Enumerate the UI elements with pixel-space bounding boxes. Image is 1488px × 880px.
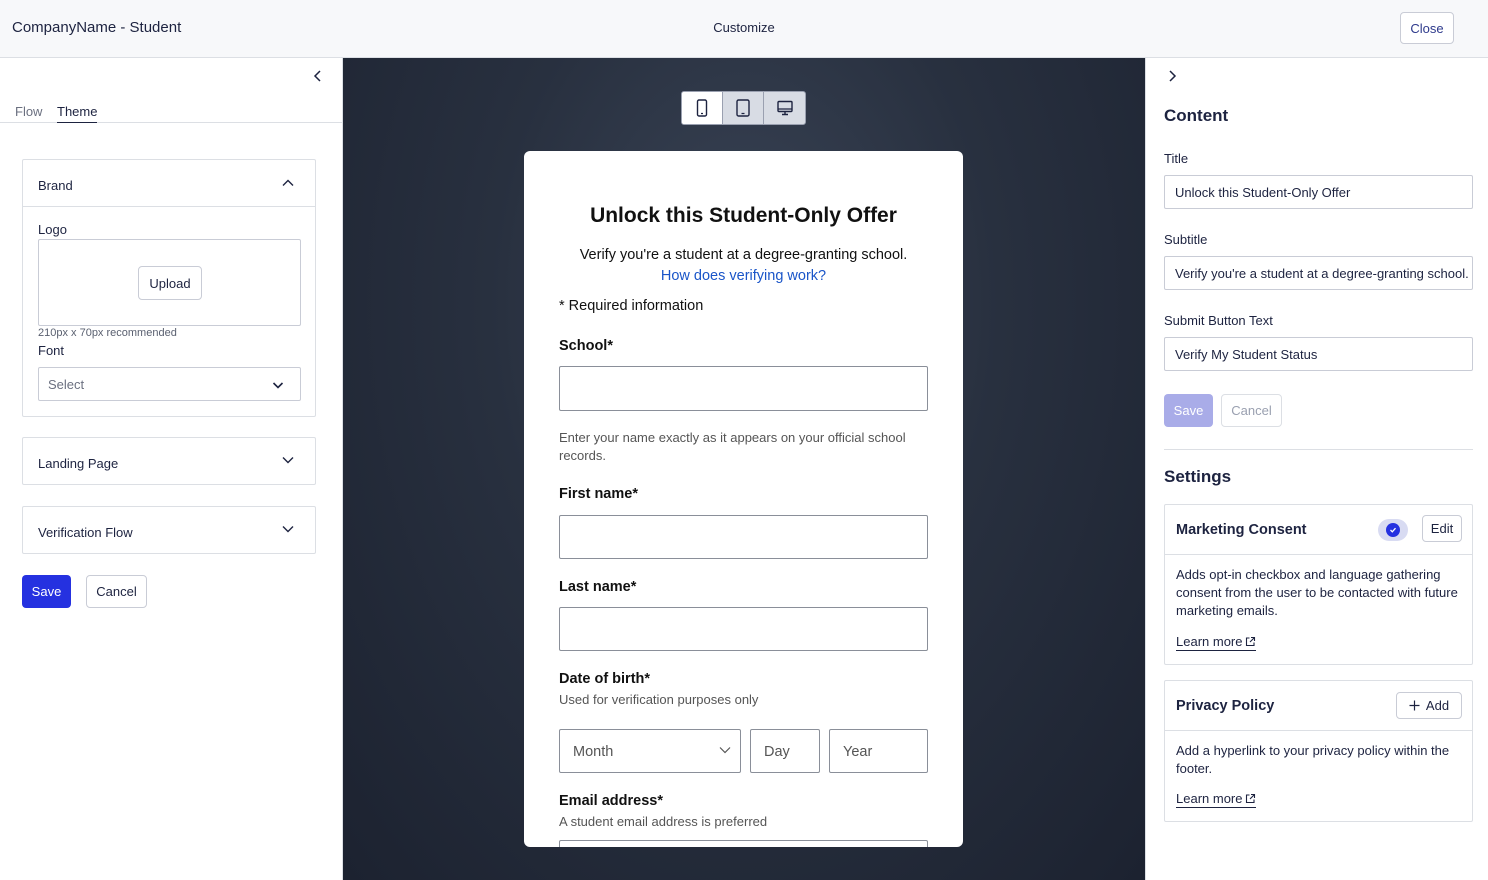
brand-panel-title: Brand [38, 178, 73, 193]
marketing-consent-card: Marketing Consent Edit Adds opt-in check… [1164, 504, 1473, 665]
add-label: Add [1425, 698, 1450, 713]
verification-flow-header[interactable]: Verification Flow [23, 507, 315, 553]
tablet-icon [736, 99, 750, 117]
chevron-down-icon [719, 747, 731, 754]
email-label: Email address* [559, 793, 663, 809]
learn-more-label: Learn more [1176, 791, 1243, 806]
logo-size-hint: 210px x 70px recommended [38, 327, 177, 339]
verification-flow-title: Verification Flow [38, 525, 133, 540]
device-toggle [681, 91, 806, 125]
section-divider [1164, 449, 1473, 450]
form-title: Unlock this Student-Only Offer [590, 204, 897, 227]
day-input[interactable]: Day [750, 729, 820, 773]
font-label: Font [38, 343, 65, 358]
chevron-down-icon [272, 382, 284, 389]
font-select[interactable]: Select [38, 367, 301, 401]
chevron-left-icon[interactable] [310, 68, 326, 84]
brand-panel-header[interactable]: Brand [23, 160, 315, 206]
logo-dropzone[interactable]: Upload [38, 239, 301, 326]
email-input[interactable] [559, 840, 928, 847]
brand-panel: Brand Logo Upload 210px x 70px recommend… [22, 159, 316, 417]
last-name-label: Last name* [559, 579, 637, 595]
learn-more-label: Learn more [1176, 634, 1243, 649]
marketing-learn-more-link[interactable]: Learn more [1176, 634, 1257, 651]
save-button[interactable]: Save [22, 575, 71, 608]
first-name-label: First name* [559, 486, 638, 502]
desktop-view-button[interactable] [764, 92, 805, 124]
title-input[interactable]: Unlock this Student-Only Offer [1164, 175, 1473, 209]
marketing-consent-header: Marketing Consent Edit [1165, 505, 1472, 555]
school-hint: Enter your name exactly as it appears on… [559, 430, 906, 463]
how-verifying-works-link[interactable]: How does verifying work? [524, 268, 963, 284]
external-link-icon [1246, 793, 1256, 804]
submit-text-input[interactable]: Verify My Student Status [1164, 337, 1473, 371]
email-hint: A student email address is preferred [559, 814, 768, 829]
panel-tabs: Flow Theme [0, 104, 342, 123]
last-name-input[interactable] [559, 607, 928, 651]
customize-label: Customize [713, 20, 775, 35]
content-heading: Content [1164, 106, 1229, 125]
settings-heading: Settings [1164, 467, 1232, 486]
year-input[interactable]: Year [829, 729, 928, 773]
verification-flow-panel[interactable]: Verification Flow [22, 506, 316, 554]
school-label: School* [559, 338, 613, 354]
subtitle-field-label: Subtitle [1164, 232, 1208, 247]
month-select[interactable]: Month [559, 729, 741, 773]
form-subtitle: Verify you're a student at a degree-gran… [579, 247, 908, 263]
landing-page-header[interactable]: Landing Page [23, 438, 315, 484]
brand-panel-body: Logo Upload 210px x 70px recommended Fon… [23, 206, 315, 416]
privacy-learn-more-link[interactable]: Learn more [1176, 791, 1257, 808]
content-cancel-button[interactable]: Cancel [1221, 394, 1282, 427]
privacy-policy-card: Privacy Policy Add Add a hyperlink to yo… [1164, 680, 1473, 822]
close-button[interactable]: Close [1400, 12, 1454, 44]
chevron-down-icon[interactable] [281, 453, 295, 467]
preview-area: Unlock this Student-Only Offer Verify yo… [343, 58, 1145, 880]
desktop-icon [776, 100, 793, 116]
submit-text-label: Submit Button Text [1164, 313, 1273, 328]
chevron-right-icon[interactable] [1164, 68, 1180, 84]
content-save-button[interactable]: Save [1164, 394, 1213, 427]
form-preview-card: Unlock this Student-Only Offer Verify yo… [524, 151, 963, 847]
tablet-view-button[interactable] [723, 92, 764, 124]
day-placeholder: Day [764, 744, 790, 760]
chevron-down-icon[interactable] [281, 522, 295, 536]
tab-flow[interactable]: Flow [15, 104, 42, 122]
marketing-consent-description: Adds opt-in checkbox and language gather… [1176, 567, 1458, 618]
upload-button[interactable]: Upload [138, 266, 202, 300]
month-placeholder: Month [573, 744, 614, 760]
privacy-policy-header: Privacy Policy Add [1165, 681, 1472, 731]
dob-label: Date of birth* [559, 671, 651, 687]
right-panel: Content Title Unlock this Student-Only O… [1145, 58, 1488, 880]
tab-theme[interactable]: Theme [57, 104, 98, 123]
school-input[interactable] [559, 366, 928, 411]
landing-page-panel[interactable]: Landing Page [22, 437, 316, 485]
plus-icon [1409, 700, 1420, 711]
external-link-icon [1246, 636, 1256, 647]
dob-hint: Used for verification purposes only [559, 692, 759, 707]
left-panel: Flow Theme Brand Logo Upload 210px x 70p… [0, 58, 343, 880]
top-bar: CompanyName - Student Customize Close [0, 0, 1488, 58]
privacy-policy-title: Privacy Policy [1176, 698, 1275, 714]
check-icon [1386, 523, 1400, 537]
first-name-input[interactable] [559, 515, 928, 559]
cancel-button[interactable]: Cancel [86, 575, 147, 608]
font-select-value: Select [48, 377, 85, 392]
marketing-consent-title: Marketing Consent [1176, 522, 1307, 538]
logo-label: Logo [38, 222, 67, 237]
privacy-policy-description: Add a hyperlink to your privacy policy w… [1176, 743, 1450, 776]
chevron-up-icon[interactable] [281, 176, 295, 190]
year-placeholder: Year [843, 744, 873, 760]
mobile-view-button[interactable] [682, 92, 723, 124]
title-field-label: Title [1164, 151, 1189, 166]
marketing-consent-toggle[interactable] [1378, 519, 1408, 541]
marketing-edit-button[interactable]: Edit [1422, 515, 1462, 542]
landing-page-title: Landing Page [38, 456, 119, 471]
required-note: * Required information [559, 298, 704, 314]
subtitle-input[interactable]: Verify you're a student at a degree-gran… [1164, 256, 1473, 290]
privacy-add-button[interactable]: Add [1396, 692, 1462, 719]
mobile-icon [696, 99, 708, 117]
